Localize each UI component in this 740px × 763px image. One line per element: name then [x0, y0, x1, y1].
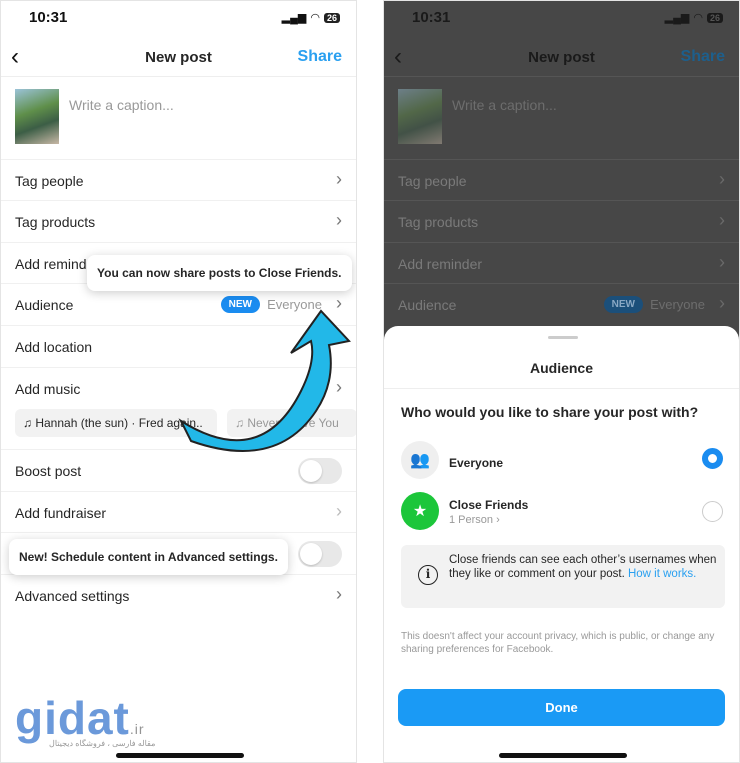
- share-button[interactable]: Share: [298, 48, 342, 66]
- post-thumbnail: [398, 89, 442, 144]
- status-icons: ▂▄▆ ◠ 26: [665, 11, 723, 24]
- row-label: Advanced settings: [15, 588, 130, 604]
- row-label: Add music: [15, 381, 81, 397]
- row-tag-people[interactable]: Tag people ›: [1, 159, 356, 201]
- sheet-grabber[interactable]: [548, 336, 578, 339]
- home-indicator: [499, 753, 627, 758]
- caption-input[interactable]: Write a caption...: [69, 97, 174, 113]
- row-label: Add reminder: [398, 256, 483, 272]
- chevron-right-icon: ›: [719, 293, 725, 313]
- share-button[interactable]: Share: [681, 48, 725, 66]
- battery-icon: 26: [706, 12, 723, 23]
- signal-icon: ▂▄▆: [664, 12, 690, 24]
- row-audience[interactable]: Audience NEW Everyone ›: [384, 283, 739, 325]
- signal-icon: ▂▄▆: [281, 12, 307, 24]
- chevron-right-icon: ›: [719, 252, 725, 272]
- status-icons: ▂▄▆ ◠ 26: [282, 11, 340, 24]
- watermark-logo: gidat.ir: [15, 692, 145, 744]
- info-box: i Close friends can see each other’s use…: [401, 545, 725, 608]
- battery-icon: 26: [323, 12, 340, 23]
- row-label: Add location: [15, 339, 93, 355]
- row-label: Audience: [398, 297, 457, 313]
- audience-sheet: Audience Who would you like to share you…: [384, 326, 739, 762]
- chevron-right-icon: ›: [336, 501, 342, 521]
- row-add-reminder[interactable]: Add reminder ›: [384, 242, 739, 284]
- row-label: Boost post: [15, 463, 82, 479]
- close-friends-tooltip: You can now share posts to Close Friends…: [87, 255, 352, 291]
- chevron-right-icon: ›: [719, 169, 725, 189]
- radio-everyone[interactable]: [702, 448, 723, 469]
- wifi-icon: ◠: [310, 12, 320, 24]
- done-button[interactable]: Done: [398, 689, 725, 726]
- row-label: Tag people: [398, 173, 467, 189]
- audience-value: Everyone: [650, 297, 705, 312]
- row-label: Tag people: [15, 173, 84, 189]
- chevron-right-icon: ›: [336, 584, 342, 604]
- sheet-title: Audience: [384, 360, 739, 389]
- wifi-icon: ◠: [693, 12, 703, 24]
- close-friends-count[interactable]: 1 Person ›: [449, 514, 500, 526]
- row-tag-products[interactable]: Tag products ›: [1, 200, 356, 242]
- row-tag-products[interactable]: Tag products ›: [384, 200, 739, 242]
- status-time: 10:31: [29, 9, 68, 26]
- curved-arrow-icon: [178, 309, 351, 452]
- disclaimer: This doesn't affect your account privacy…: [401, 631, 715, 655]
- caption-input[interactable]: Write a caption...: [452, 97, 557, 113]
- schedule-tooltip: New! Schedule content in Advanced settin…: [9, 539, 288, 575]
- info-icon: i: [418, 565, 438, 585]
- star-icon: ★: [401, 492, 439, 530]
- toggle[interactable]: [298, 541, 342, 567]
- chevron-right-icon: ›: [336, 210, 342, 230]
- chevron-right-icon: ›: [719, 210, 725, 230]
- new-post-screen: 10:31 ▂▄▆ ◠ 26 ‹ New post Share Write a ca…: [0, 0, 357, 763]
- radio-close-friends[interactable]: [702, 501, 723, 522]
- row-tag-people[interactable]: Tag people ›: [384, 159, 739, 201]
- row-label: Tag products: [398, 214, 479, 230]
- row-label: Tag products: [15, 214, 96, 230]
- row-label: Audience: [15, 297, 74, 313]
- option-everyone[interactable]: Everyone: [449, 456, 503, 470]
- people-icon: 👥: [401, 441, 439, 479]
- watermark-tagline: مقاله فارسی ، فروشگاه دیجیتال: [49, 739, 156, 748]
- sheet-question: Who would you like to share your post wi…: [401, 404, 699, 420]
- row-add-fundraiser[interactable]: Add fundraiser ›: [1, 491, 356, 533]
- audience-screen: 10:31 ▂▄▆ ◠ 26 ‹ New post Share Write a ca…: [383, 0, 740, 763]
- how-it-works-link[interactable]: How it works.: [628, 568, 696, 580]
- row-label: Add fundraiser: [15, 505, 107, 521]
- header: ‹ New post Share: [1, 37, 356, 77]
- home-indicator: [116, 753, 244, 758]
- status-time: 10:31: [412, 9, 451, 26]
- option-close-friends[interactable]: Close Friends: [449, 498, 528, 512]
- new-badge: NEW: [603, 296, 643, 313]
- row-advanced-settings[interactable]: Advanced settings ›: [1, 574, 356, 616]
- chevron-right-icon: ›: [336, 169, 342, 189]
- header: ‹ New post Share: [384, 37, 739, 77]
- row-label: Add remind: [15, 256, 87, 272]
- music-note-icon: ♫: [23, 416, 36, 430]
- post-thumbnail: [15, 89, 59, 144]
